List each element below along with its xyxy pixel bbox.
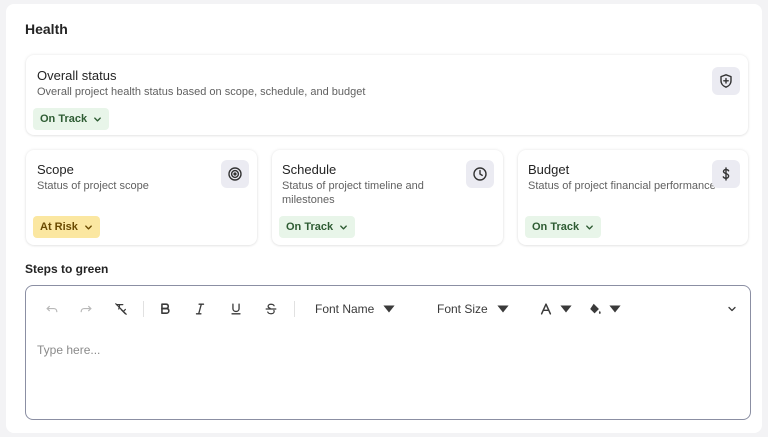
schedule-status-value: On Track: [286, 221, 334, 233]
overall-status-description: Overall project health status based on s…: [37, 86, 366, 98]
scope-title: Scope: [37, 162, 74, 177]
section-title: Health: [25, 21, 68, 37]
font-color-dropdown[interactable]: [539, 298, 573, 320]
chevron-down-icon: [94, 116, 101, 122]
scope-status-dropdown[interactable]: At Risk: [33, 216, 100, 238]
scope-status-value: At Risk: [40, 221, 78, 233]
chevron-down-icon: [728, 306, 736, 312]
caret-down-icon: [560, 305, 572, 313]
editor-placeholder: Type here...: [37, 343, 101, 357]
highlight-color-dropdown[interactable]: [588, 298, 622, 320]
strikethrough-button[interactable]: [261, 298, 281, 320]
schedule-description: Status of project timeline and milestone…: [282, 180, 424, 206]
toolbar-divider: [143, 301, 144, 317]
font-name-label: Font Name: [315, 302, 375, 316]
clock-icon: [473, 167, 487, 181]
overall-status-value: On Track: [40, 113, 88, 125]
target-icon: [228, 167, 242, 181]
overall-status-title: Overall status: [37, 68, 117, 83]
budget-description: Status of project financial performance: [528, 180, 716, 192]
bold-icon: [161, 303, 170, 314]
scope-icon-box: [221, 160, 249, 188]
scope-card: Scope Status of project scope At Risk: [26, 150, 257, 245]
underline-button[interactable]: [226, 298, 246, 320]
budget-title: Budget: [528, 162, 570, 177]
paint-bucket-icon: [590, 303, 601, 314]
budget-card: Budget Status of project financial perfo…: [518, 150, 748, 245]
schedule-card: Schedule Status of project timeline and …: [272, 150, 503, 245]
steps-editor[interactable]: Font Name Font Size Type here...: [25, 285, 751, 420]
dollar-icon: [722, 167, 730, 181]
undo-button[interactable]: [42, 298, 62, 320]
caret-down-icon: [609, 305, 621, 313]
caret-down-icon: [383, 305, 395, 313]
budget-status-dropdown[interactable]: On Track: [525, 216, 602, 238]
italic-button[interactable]: [190, 298, 210, 320]
schedule-title: Schedule: [282, 162, 337, 177]
strikethrough-icon: [265, 303, 277, 315]
budget-icon-box: [712, 160, 740, 188]
shield-plus-icon: [720, 74, 732, 88]
font-color-icon: [540, 303, 552, 315]
italic-icon: [195, 303, 205, 315]
overall-status-card: Overall status Overall project health st…: [26, 55, 748, 135]
chevron-down-icon: [586, 224, 593, 230]
steps-to-green-label: Steps to green: [25, 262, 109, 276]
font-size-dropdown[interactable]: Font Size: [437, 298, 510, 320]
font-size-label: Font Size: [437, 302, 488, 316]
scope-description: Status of project scope: [37, 180, 149, 192]
schedule-status-dropdown[interactable]: On Track: [279, 216, 356, 238]
toolbar-divider: [294, 301, 295, 317]
undo-icon: [46, 305, 58, 313]
budget-status-value: On Track: [532, 221, 580, 233]
redo-button[interactable]: [76, 298, 96, 320]
redo-icon: [80, 305, 92, 313]
toolbar-expand-button[interactable]: [724, 298, 740, 320]
chevron-down-icon: [85, 224, 92, 230]
overall-status-icon-box: [712, 67, 740, 95]
overall-status-dropdown[interactable]: On Track: [33, 108, 110, 130]
schedule-icon-box: [466, 160, 494, 188]
caret-down-icon: [497, 305, 509, 313]
font-name-dropdown[interactable]: Font Name: [315, 298, 396, 320]
clear-format-button[interactable]: [111, 298, 131, 320]
underline-icon: [231, 303, 241, 315]
clear-format-icon: [115, 303, 127, 315]
bold-button[interactable]: [155, 298, 175, 320]
chevron-down-icon: [340, 224, 347, 230]
